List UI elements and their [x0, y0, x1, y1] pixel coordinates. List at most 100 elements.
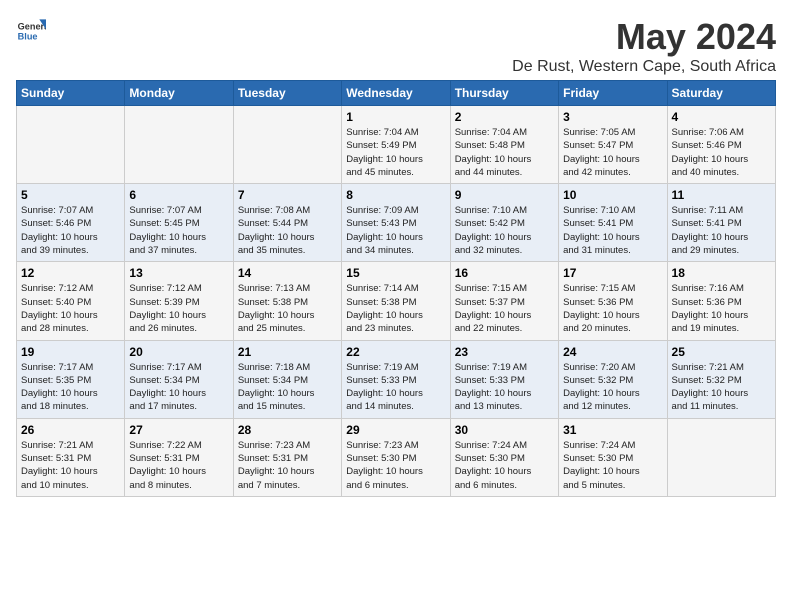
calendar-cell: 6 Sunrise: 7:07 AM Sunset: 5:45 PM Daylig…	[125, 184, 233, 262]
day-info: Sunrise: 7:08 AM Sunset: 5:44 PM Dayligh…	[238, 204, 337, 257]
calendar-cell: 18 Sunrise: 7:16 AM Sunset: 5:36 PM Dayli…	[667, 262, 775, 340]
calendar-cell	[667, 418, 775, 496]
day-info: Sunrise: 7:12 AM Sunset: 5:39 PM Dayligh…	[129, 282, 228, 335]
logo-icon: General Blue	[16, 16, 46, 46]
day-info: Sunrise: 7:10 AM Sunset: 5:41 PM Dayligh…	[563, 204, 662, 257]
day-info: Sunrise: 7:24 AM Sunset: 5:30 PM Dayligh…	[563, 439, 662, 492]
day-info: Sunrise: 7:21 AM Sunset: 5:31 PM Dayligh…	[21, 439, 120, 492]
day-number: 23	[455, 345, 554, 359]
day-number: 28	[238, 423, 337, 437]
day-number: 19	[21, 345, 120, 359]
day-info: Sunrise: 7:19 AM Sunset: 5:33 PM Dayligh…	[346, 361, 445, 414]
day-info: Sunrise: 7:14 AM Sunset: 5:38 PM Dayligh…	[346, 282, 445, 335]
day-number: 25	[672, 345, 771, 359]
day-number: 1	[346, 110, 445, 124]
calendar-cell	[233, 106, 341, 184]
calendar-week-3: 19 Sunrise: 7:17 AM Sunset: 5:35 PM Dayli…	[17, 340, 776, 418]
calendar-cell: 1Sunrise: 7:04 AM Sunset: 5:49 PM Daylig…	[342, 106, 450, 184]
day-info: Sunrise: 7:07 AM Sunset: 5:45 PM Dayligh…	[129, 204, 228, 257]
calendar-cell: 2Sunrise: 7:04 AM Sunset: 5:48 PM Daylig…	[450, 106, 558, 184]
day-number: 15	[346, 266, 445, 280]
day-number: 3	[563, 110, 662, 124]
calendar-cell: 21 Sunrise: 7:18 AM Sunset: 5:34 PM Dayli…	[233, 340, 341, 418]
header-cell-tuesday: Tuesday	[233, 81, 341, 106]
day-number: 4	[672, 110, 771, 124]
day-info: Sunrise: 7:04 AM Sunset: 5:48 PM Dayligh…	[455, 126, 554, 179]
title-area: May 2024 De Rust, Western Cape, South Af…	[512, 16, 776, 76]
calendar-cell: 11 Sunrise: 7:11 AM Sunset: 5:41 PM Dayli…	[667, 184, 775, 262]
calendar-table: SundayMondayTuesdayWednesdayThursdayFrid…	[16, 80, 776, 497]
day-number: 13	[129, 266, 228, 280]
calendar-week-0: 1Sunrise: 7:04 AM Sunset: 5:49 PM Daylig…	[17, 106, 776, 184]
main-title: May 2024	[512, 16, 776, 58]
day-info: Sunrise: 7:12 AM Sunset: 5:40 PM Dayligh…	[21, 282, 120, 335]
header: General Blue May 2024 De Rust, Western C…	[16, 16, 776, 76]
day-number: 6	[129, 188, 228, 202]
day-number: 30	[455, 423, 554, 437]
calendar-cell	[17, 106, 125, 184]
subtitle: De Rust, Western Cape, South Africa	[512, 58, 776, 76]
calendar-cell: 24 Sunrise: 7:20 AM Sunset: 5:32 PM Dayli…	[559, 340, 667, 418]
day-number: 12	[21, 266, 120, 280]
day-number: 11	[672, 188, 771, 202]
day-info: Sunrise: 7:23 AM Sunset: 5:31 PM Dayligh…	[238, 439, 337, 492]
day-info: Sunrise: 7:17 AM Sunset: 5:34 PM Dayligh…	[129, 361, 228, 414]
calendar-week-1: 5 Sunrise: 7:07 AM Sunset: 5:46 PM Daylig…	[17, 184, 776, 262]
day-info: Sunrise: 7:11 AM Sunset: 5:41 PM Dayligh…	[672, 204, 771, 257]
day-number: 27	[129, 423, 228, 437]
day-info: Sunrise: 7:16 AM Sunset: 5:36 PM Dayligh…	[672, 282, 771, 335]
calendar-cell: 19 Sunrise: 7:17 AM Sunset: 5:35 PM Dayli…	[17, 340, 125, 418]
day-info: Sunrise: 7:05 AM Sunset: 5:47 PM Dayligh…	[563, 126, 662, 179]
calendar-cell: 31 Sunrise: 7:24 AM Sunset: 5:30 PM Dayli…	[559, 418, 667, 496]
calendar-cell: 15 Sunrise: 7:14 AM Sunset: 5:38 PM Dayli…	[342, 262, 450, 340]
calendar-cell: 22Sunrise: 7:19 AM Sunset: 5:33 PM Dayli…	[342, 340, 450, 418]
day-number: 29	[346, 423, 445, 437]
day-info: Sunrise: 7:13 AM Sunset: 5:38 PM Dayligh…	[238, 282, 337, 335]
header-row: SundayMondayTuesdayWednesdayThursdayFrid…	[17, 81, 776, 106]
header-cell-sunday: Sunday	[17, 81, 125, 106]
day-info: Sunrise: 7:23 AM Sunset: 5:30 PM Dayligh…	[346, 439, 445, 492]
calendar-cell: 3 Sunrise: 7:05 AM Sunset: 5:47 PM Daylig…	[559, 106, 667, 184]
calendar-cell: 10 Sunrise: 7:10 AM Sunset: 5:41 PM Dayli…	[559, 184, 667, 262]
day-number: 9	[455, 188, 554, 202]
calendar-week-4: 26 Sunrise: 7:21 AM Sunset: 5:31 PM Dayli…	[17, 418, 776, 496]
day-number: 26	[21, 423, 120, 437]
calendar-cell: 23 Sunrise: 7:19 AM Sunset: 5:33 PM Dayli…	[450, 340, 558, 418]
day-number: 31	[563, 423, 662, 437]
calendar-cell: 13 Sunrise: 7:12 AM Sunset: 5:39 PM Dayli…	[125, 262, 233, 340]
day-info: Sunrise: 7:15 AM Sunset: 5:37 PM Dayligh…	[455, 282, 554, 335]
day-number: 18	[672, 266, 771, 280]
day-info: Sunrise: 7:24 AM Sunset: 5:30 PM Dayligh…	[455, 439, 554, 492]
calendar-cell: 8 Sunrise: 7:09 AM Sunset: 5:43 PM Daylig…	[342, 184, 450, 262]
day-number: 8	[346, 188, 445, 202]
day-info: Sunrise: 7:21 AM Sunset: 5:32 PM Dayligh…	[672, 361, 771, 414]
logo: General Blue	[16, 16, 46, 46]
calendar-cell: 30 Sunrise: 7:24 AM Sunset: 5:30 PM Dayli…	[450, 418, 558, 496]
day-info: Sunrise: 7:15 AM Sunset: 5:36 PM Dayligh…	[563, 282, 662, 335]
calendar-week-2: 12 Sunrise: 7:12 AM Sunset: 5:40 PM Dayli…	[17, 262, 776, 340]
calendar-cell: 28 Sunrise: 7:23 AM Sunset: 5:31 PM Dayli…	[233, 418, 341, 496]
calendar-cell: 5 Sunrise: 7:07 AM Sunset: 5:46 PM Daylig…	[17, 184, 125, 262]
calendar-cell: 20Sunrise: 7:17 AM Sunset: 5:34 PM Dayli…	[125, 340, 233, 418]
svg-text:Blue: Blue	[18, 31, 38, 41]
day-number: 14	[238, 266, 337, 280]
day-number: 16	[455, 266, 554, 280]
day-number: 5	[21, 188, 120, 202]
day-number: 24	[563, 345, 662, 359]
calendar-cell: 17Sunrise: 7:15 AM Sunset: 5:36 PM Dayli…	[559, 262, 667, 340]
calendar-cell: 26 Sunrise: 7:21 AM Sunset: 5:31 PM Dayli…	[17, 418, 125, 496]
calendar-cell: 4Sunrise: 7:06 AM Sunset: 5:46 PM Daylig…	[667, 106, 775, 184]
header-cell-wednesday: Wednesday	[342, 81, 450, 106]
day-number: 21	[238, 345, 337, 359]
header-cell-monday: Monday	[125, 81, 233, 106]
day-info: Sunrise: 7:17 AM Sunset: 5:35 PM Dayligh…	[21, 361, 120, 414]
calendar-cell: 29 Sunrise: 7:23 AM Sunset: 5:30 PM Dayli…	[342, 418, 450, 496]
day-info: Sunrise: 7:09 AM Sunset: 5:43 PM Dayligh…	[346, 204, 445, 257]
day-info: Sunrise: 7:07 AM Sunset: 5:46 PM Dayligh…	[21, 204, 120, 257]
day-info: Sunrise: 7:19 AM Sunset: 5:33 PM Dayligh…	[455, 361, 554, 414]
day-number: 10	[563, 188, 662, 202]
day-info: Sunrise: 7:18 AM Sunset: 5:34 PM Dayligh…	[238, 361, 337, 414]
calendar-cell: 9Sunrise: 7:10 AM Sunset: 5:42 PM Daylig…	[450, 184, 558, 262]
day-info: Sunrise: 7:20 AM Sunset: 5:32 PM Dayligh…	[563, 361, 662, 414]
calendar-cell: 7Sunrise: 7:08 AM Sunset: 5:44 PM Daylig…	[233, 184, 341, 262]
